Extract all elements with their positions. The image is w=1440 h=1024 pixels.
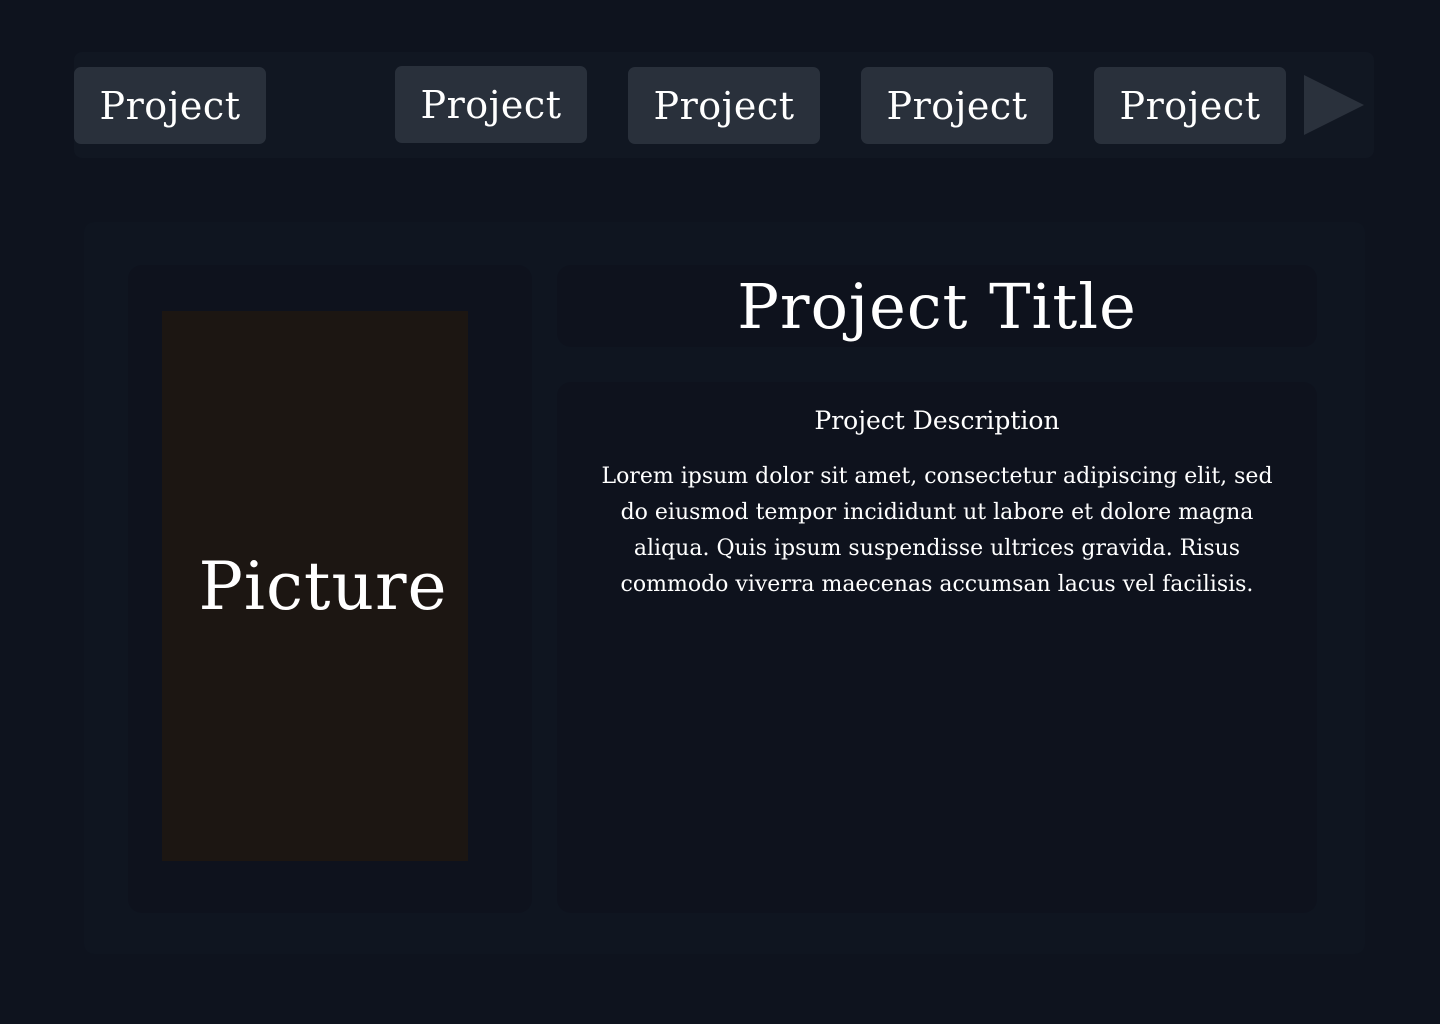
project-carousel: Project Project Project Project Project	[74, 52, 1374, 158]
project-tab-3[interactable]: Project	[861, 67, 1053, 144]
project-detail-panel: Picture Project Title Project Descriptio…	[84, 222, 1365, 954]
project-picture-placeholder: Picture	[162, 311, 468, 861]
project-tab-5[interactable]: Project	[74, 67, 266, 144]
picture-card: Picture	[128, 265, 532, 913]
project-tab-1[interactable]: Project	[395, 66, 587, 143]
project-description-card: Project Description Lorem ipsum dolor si…	[557, 382, 1317, 913]
next-arrow-icon[interactable]	[1304, 75, 1364, 135]
project-tab-4[interactable]: Project	[1094, 67, 1286, 144]
project-tab-2[interactable]: Project	[628, 67, 820, 144]
project-description-heading: Project Description	[814, 406, 1060, 435]
project-title: Project Title	[557, 265, 1317, 347]
project-description-body: Lorem ipsum dolor sit amet, consectetur …	[601, 464, 1273, 597]
